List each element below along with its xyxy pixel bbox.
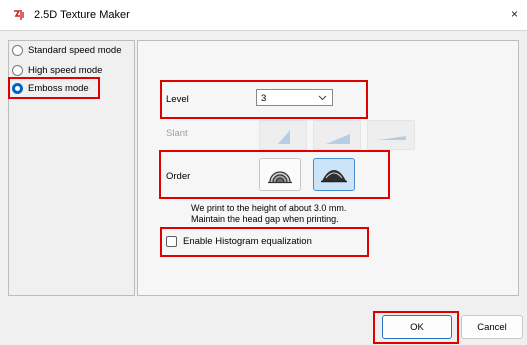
slant-steep-icon (278, 130, 290, 144)
app-icon (14, 10, 24, 20)
radio-label: Standard speed mode (28, 44, 122, 56)
slant-gentle-icon (378, 136, 406, 140)
note-line-2: Maintain the head gap when printing. (191, 214, 339, 224)
close-button[interactable]: × (511, 7, 518, 21)
radio-button[interactable] (12, 64, 23, 76)
radio-label: High speed mode (28, 64, 103, 76)
radio-high-speed-mode[interactable]: High speed mode (12, 63, 102, 77)
slant-medium-icon (326, 134, 350, 144)
radio-standard-speed-mode[interactable]: Standard speed mode (12, 43, 121, 57)
radio-button[interactable] (12, 44, 23, 56)
highlight-level (160, 80, 368, 119)
highlight-ok (373, 311, 459, 344)
title-divider (0, 30, 527, 31)
cancel-button[interactable]: Cancel (461, 315, 523, 339)
slant-steep-button[interactable] (259, 120, 307, 150)
slant-medium-button[interactable] (313, 120, 361, 150)
highlight-order (159, 150, 390, 199)
slant-gentle-button[interactable] (367, 120, 415, 150)
highlight-histogram (160, 227, 369, 257)
note-line-1: We print to the height of about 3.0 mm. (191, 203, 347, 213)
highlight-emboss-mode (8, 77, 100, 99)
window-title: 2.5D Texture Maker (34, 9, 130, 21)
slant-label: Slant (166, 128, 188, 139)
